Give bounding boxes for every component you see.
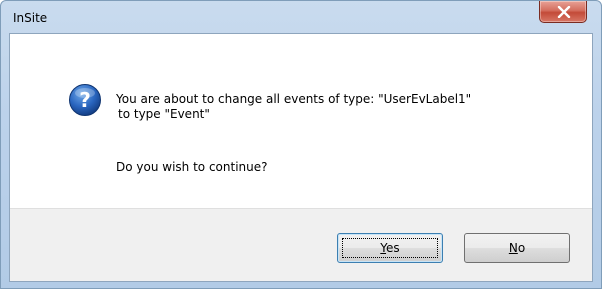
- close-icon: [557, 6, 571, 18]
- title-bar[interactable]: InSite: [1, 1, 601, 33]
- dialog-window: InSite ? You are about to change all eve…: [0, 0, 602, 289]
- message-line-2: to type "Event": [118, 107, 210, 121]
- yes-button[interactable]: Yes: [337, 233, 443, 263]
- button-bar: Yes No: [10, 208, 592, 281]
- message-text: You are about to change all events of ty…: [116, 92, 586, 122]
- message-line-1: You are about to change all events of ty…: [116, 92, 472, 106]
- question-icon: ?: [69, 84, 101, 116]
- yes-button-label: Yes: [380, 241, 400, 255]
- message-area: ? You are about to change all events of …: [10, 34, 592, 208]
- svg-text:?: ?: [79, 88, 91, 112]
- close-button[interactable]: [539, 1, 587, 23]
- no-button[interactable]: No: [464, 233, 570, 263]
- question-text: Do you wish to continue?: [116, 160, 268, 174]
- dialog-client-area: ? You are about to change all events of …: [9, 33, 593, 282]
- window-title: InSite: [13, 11, 48, 25]
- no-button-label: No: [508, 241, 526, 255]
